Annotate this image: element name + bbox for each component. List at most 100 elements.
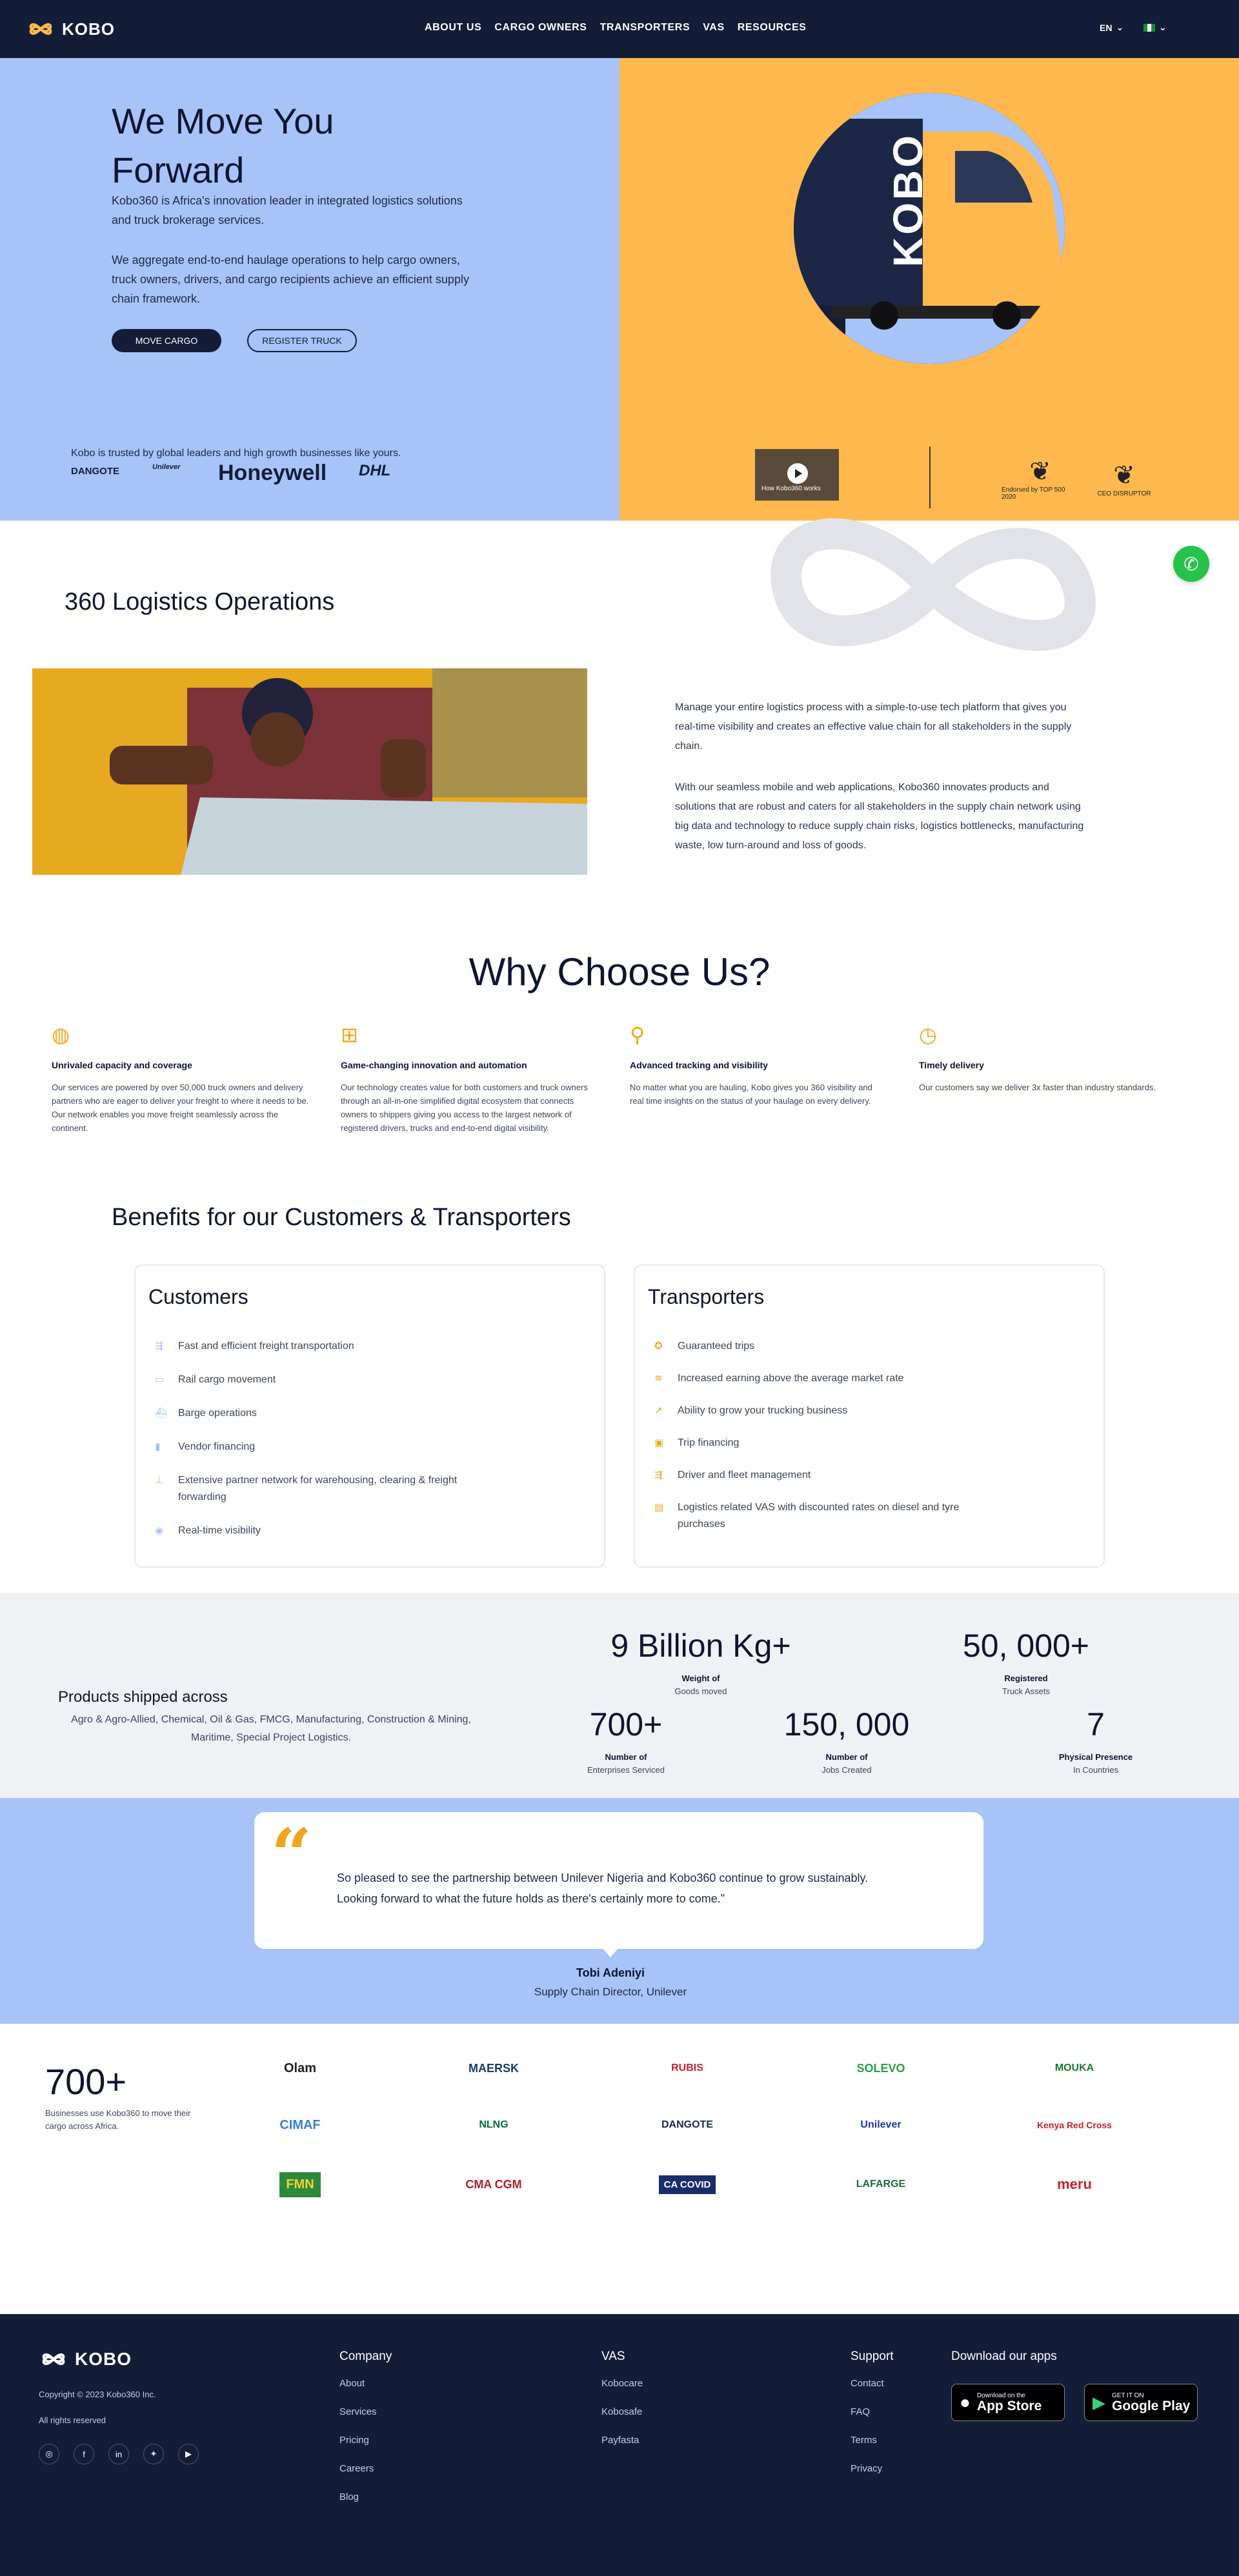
quote-icon: “ [271, 1813, 312, 1896]
discount-icon: ▤ [654, 1502, 664, 1513]
language-label: EN [1100, 22, 1113, 33]
how-it-works-video[interactable] [755, 449, 839, 501]
benefit-item: ≋ Increased earning above the average mar… [654, 1370, 903, 1387]
why-card-title: Game-changing innovation and automation [341, 1060, 527, 1070]
benefit-item: ⇶ Fast and efficient freight transportati… [155, 1338, 354, 1355]
instagram-icon[interactable]: ◎ [39, 2444, 59, 2464]
products-title: Products shipped across [58, 1688, 228, 1706]
play-icon[interactable] [787, 463, 808, 484]
footer-link-contact[interactable]: Contact [851, 2378, 884, 2389]
footer-link-kobocare[interactable]: Kobocare [601, 2378, 643, 2389]
olam-logo: Olam [283, 2061, 317, 2075]
customers-card-title: Customers [148, 1285, 248, 1308]
nav-about-us[interactable]: ABOUT US [425, 22, 481, 34]
footer-kobo-logo[interactable]: KOBO [39, 2344, 132, 2374]
laurel-icon: ❦ [1029, 457, 1051, 486]
twitter-icon[interactable]: ✦ [143, 2444, 164, 2464]
nav-transporters[interactable]: TRANSPORTERS [600, 22, 690, 34]
benefit-item: ⇶ Driver and fleet management [654, 1467, 811, 1484]
whatsapp-chat-button[interactable]: ✆ [1173, 546, 1209, 582]
award-text: CEO DISRUPTOR [1097, 490, 1151, 497]
youtube-icon[interactable]: ▶ [178, 2444, 199, 2464]
clock-icon: ◷ [919, 1023, 937, 1046]
brand-name: KOBO [62, 19, 115, 39]
copyright: Copyright © 2023 Kobo360 Inc. [39, 2390, 156, 2399]
top-nav: KOBO ABOUT US CARGO OWNERS TRANSPORTERS … [0, 0, 1239, 58]
nav-vas[interactable]: VAS [703, 22, 725, 34]
footer-link-payfasta[interactable]: Payfasta [601, 2435, 639, 2446]
benefit-item: ⊥ Extensive partner network for warehousi… [155, 1472, 503, 1506]
eye-icon: ◉ [155, 1525, 164, 1536]
why-card-innovation: ⊞ Game-changing innovation and automatio… [341, 1023, 599, 1135]
footer-link-kobosafe[interactable]: Kobosafe [601, 2406, 642, 2417]
customers-card: Customers ⇶ Fast and efficient freight tr… [134, 1264, 605, 1568]
chevron-down-icon: ⌄ [1116, 22, 1124, 32]
train-icon: ▭ [155, 1374, 165, 1385]
stat-trucks: 50, 000+ [962, 1628, 1090, 1664]
facebook-icon[interactable]: f [74, 2444, 94, 2464]
apple-icon: ● [960, 2392, 971, 2412]
benefit-item: ◉ Real-time visibility [155, 1523, 261, 1539]
nlng-logo: NLNG [479, 2119, 509, 2130]
truck-image: KOBO [794, 93, 1065, 364]
stat-sublabel: In Countries [1073, 1765, 1119, 1775]
hero-title: We Move You Forward [112, 101, 334, 190]
solevo-logo: SOLEVO [856, 2061, 905, 2075]
footer-link-privacy[interactable]: Privacy [851, 2463, 882, 2474]
benefit-item: ▮ Vendor financing [155, 1439, 255, 1455]
benefit-item: ✪ Guaranteed trips [654, 1338, 754, 1355]
testimonial-name: Tobi Adeniyi [576, 1966, 645, 1979]
unilever-partner-logo: Unilever [860, 2119, 902, 2130]
stat-label: Physical Presence [1058, 1752, 1133, 1762]
language-selector[interactable]: EN ⌄ [1100, 22, 1123, 33]
ops-title: 360 Logistics Operations [65, 588, 335, 615]
ops-paragraph-2: With our seamless mobile and web applica… [675, 782, 1084, 851]
lafarge-logo: LAFARGE [856, 2179, 906, 2190]
chart-icon: ▮ [155, 1441, 161, 1452]
nav-resources[interactable]: RESOURCES [738, 22, 807, 34]
check-badge-icon: ✪ [654, 1341, 663, 1352]
partners-count: 700+ [45, 2061, 127, 2102]
app-store-button[interactable]: ● Download on the App Store [951, 2384, 1065, 2421]
why-card-title: Unrivaled capacity and coverage [52, 1060, 192, 1070]
linkedin-icon[interactable]: in [108, 2444, 129, 2464]
why-card-text: Our services are powered by over 50,000 … [52, 1083, 309, 1133]
kobo-logo[interactable]: KOBO [26, 14, 115, 44]
stat-label: Weight of [681, 1673, 720, 1683]
stat-countries: 7 [1087, 1706, 1105, 1742]
footer-link-blog[interactable]: Blog [339, 2491, 359, 2502]
benefit-item: ⛴ Barge operations [155, 1405, 257, 1422]
truck-icon: ⇶ [155, 1341, 163, 1352]
stat-weight: 9 Billion Kg+ [610, 1628, 791, 1664]
honeywell-logo: Honeywell [218, 461, 327, 485]
footer-link-faq[interactable]: FAQ [851, 2406, 870, 2417]
stat-label: Number of [825, 1752, 868, 1762]
move-cargo-button[interactable]: MOVE CARGO [112, 329, 221, 352]
benefit-item: ▤ Logistics related VAS with discounted r… [654, 1499, 1003, 1533]
kobo-mark-icon [29, 23, 52, 35]
nav-cargo-owners[interactable]: CARGO OWNERS [494, 22, 587, 34]
meru-logo: meru [1057, 2176, 1092, 2192]
footer-link-about[interactable]: About [339, 2378, 365, 2389]
kobo-watermark-icon [771, 518, 1096, 651]
footer-link-services[interactable]: Services [339, 2406, 377, 2417]
kenya-red-cross-logo: Kenya Red Cross [1037, 2120, 1112, 2130]
footer-link-careers[interactable]: Careers [339, 2463, 374, 2474]
stat-jobs: 150, 000 [783, 1706, 910, 1742]
register-truck-button[interactable]: REGISTER TRUCK [247, 329, 357, 352]
country-selector[interactable]: ⌄ [1143, 22, 1167, 33]
why-title: Why Choose Us? [468, 950, 771, 993]
driver-photo [32, 668, 587, 875]
footer-link-terms[interactable]: Terms [851, 2435, 877, 2446]
truck-brand-text: KOBO [885, 133, 931, 267]
hero-description: We aggregate end-to-end haulage operatio… [112, 254, 469, 305]
why-card-title: Timely delivery [919, 1060, 984, 1070]
cma-cgm-logo: CMA CGM [465, 2177, 522, 2191]
driver-illustration [32, 668, 587, 875]
cimaf-logo: CIMAF [279, 2117, 321, 2132]
footer-company-title: Company [339, 2350, 392, 2363]
testimonial-pointer [601, 1947, 620, 1957]
footer-support-title: Support [851, 2350, 894, 2363]
google-play-button[interactable]: ▶ GET IT ON Google Play [1084, 2384, 1198, 2421]
footer-link-pricing[interactable]: Pricing [339, 2435, 369, 2446]
